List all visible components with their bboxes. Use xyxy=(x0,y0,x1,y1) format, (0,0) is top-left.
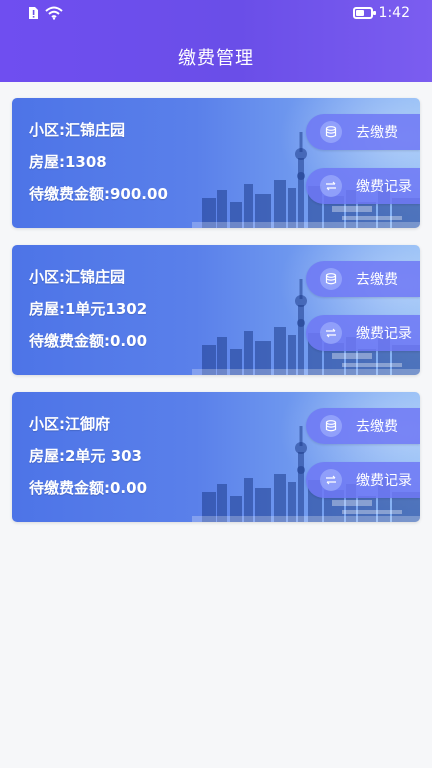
amount-due: 待缴费金额:900.00 xyxy=(29,185,168,203)
pay-button-label: 去缴费 xyxy=(356,125,398,141)
pay-button[interactable]: 去缴费 xyxy=(306,114,420,150)
payment-card-list: 小区:汇锦庄园 房屋:1308 待缴费金额:900.00 去缴费 缴费记录 小区… xyxy=(12,98,420,539)
room-number: 房屋:1单元1302 xyxy=(29,300,148,318)
payment-record-button[interactable]: 缴费记录 xyxy=(306,462,420,498)
swap-arrows-icon xyxy=(320,322,342,344)
alert-sim-icon xyxy=(28,6,39,20)
pay-button[interactable]: 去缴费 xyxy=(306,408,420,444)
card-info: 小区:汇锦庄园 房屋:1单元1302 待缴费金额:0.00 xyxy=(29,261,147,357)
amount-due: 待缴费金额:0.00 xyxy=(29,332,148,350)
pay-button[interactable]: 去缴费 xyxy=(306,261,420,297)
payment-record-button-label: 缴费记录 xyxy=(356,179,412,195)
page-title: 缴费管理 xyxy=(178,48,254,69)
battery-icon xyxy=(352,7,376,19)
wifi-icon xyxy=(45,6,63,20)
room-number: 房屋:1308 xyxy=(29,153,107,171)
payment-card: 小区:汇锦庄园 房屋:1308 待缴费金额:900.00 去缴费 缴费记录 xyxy=(12,98,420,228)
room-number: 房屋:2单元 303 xyxy=(29,447,142,465)
community-name: 小区:汇锦庄园 xyxy=(29,121,125,139)
pay-button-label: 去缴费 xyxy=(356,419,398,435)
community-name: 小区:汇锦庄园 xyxy=(29,268,125,286)
coin-stack-icon xyxy=(320,268,342,290)
payment-record-button-label: 缴费记录 xyxy=(356,473,412,489)
payment-record-button[interactable]: 缴费记录 xyxy=(306,315,420,351)
coin-stack-icon xyxy=(320,121,342,143)
payment-record-button-label: 缴费记录 xyxy=(356,326,412,342)
amount-due: 待缴费金额:0.00 xyxy=(29,479,148,497)
card-info: 小区:汇锦庄园 房屋:1308 待缴费金额:900.00 xyxy=(29,114,168,210)
pay-button-label: 去缴费 xyxy=(356,272,398,288)
app-header: 1:42 缴费管理 xyxy=(0,0,432,82)
community-name: 小区:江御府 xyxy=(29,415,110,433)
payment-record-button[interactable]: 缴费记录 xyxy=(306,168,420,204)
swap-arrows-icon xyxy=(320,469,342,491)
status-bar: 1:42 xyxy=(0,0,432,30)
payment-card: 小区:汇锦庄园 房屋:1单元1302 待缴费金额:0.00 去缴费 缴费记录 xyxy=(12,245,420,375)
payment-card: 小区:江御府 房屋:2单元 303 待缴费金额:0.00 去缴费 缴费记录 xyxy=(12,392,420,522)
card-info: 小区:江御府 房屋:2单元 303 待缴费金额:0.00 xyxy=(29,408,147,504)
status-time: 1:42 xyxy=(378,5,410,21)
coin-stack-icon xyxy=(320,415,342,437)
swap-arrows-icon xyxy=(320,175,342,197)
